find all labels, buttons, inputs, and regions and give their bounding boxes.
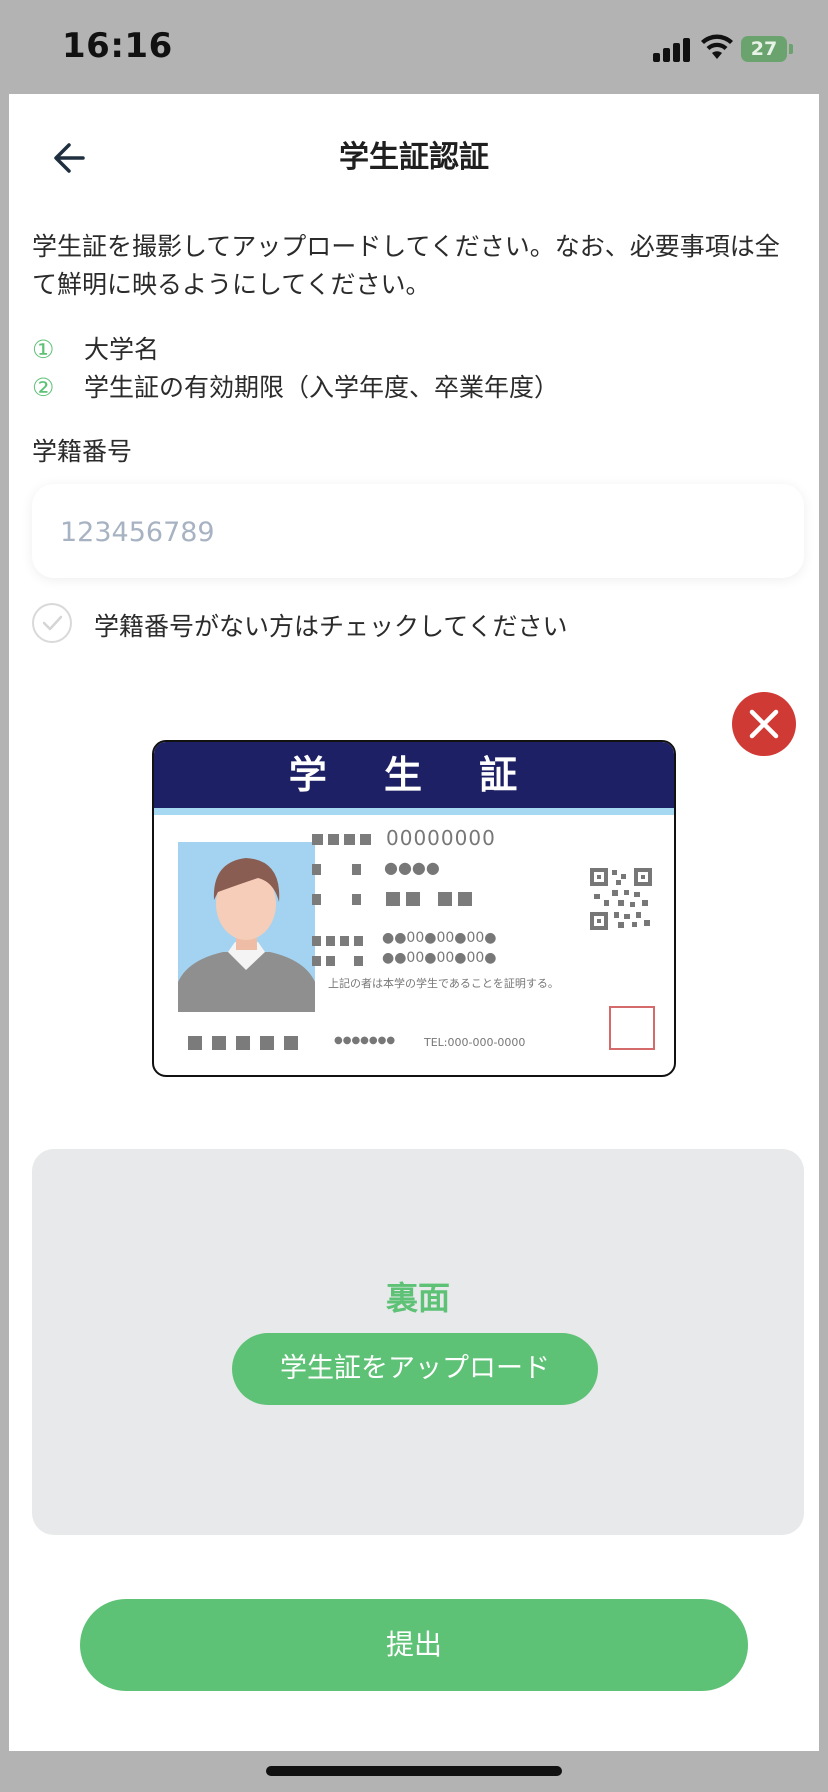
qr-code-icon [590,868,652,930]
checkbox-circle[interactable] [32,603,72,643]
requirement-label: 学生証の有効期限（入学年度、卒業年度） [84,373,560,402]
student-id-verification-sheet: 学生証認証 学生証を撮影してアップロードしてください。なお、必要事項は全て鮮明に… [9,94,819,1751]
back-side-upload-area[interactable]: 裏面 学生証をアップロード [32,1149,804,1535]
requirement-label: 大学名 [84,335,160,364]
requirement-item: ① 大学名 [32,330,159,366]
card-photo [178,842,315,1012]
remove-image-button[interactable] [732,692,796,756]
page-title: 学生証認証 [339,140,489,175]
wifi-icon [701,34,733,59]
back-side-title: 裏面 [385,1279,450,1317]
status-time: 16:16 [62,26,173,66]
cellular-signal-icon [653,36,691,62]
card-number: 00000000 [386,826,496,850]
card-certify-text: 上記の者は本学の学生であることを証明する。 [328,977,559,990]
card-dots-row: ●●00●00●00● [382,950,497,966]
status-bar: 16:16 27 [0,0,828,94]
requirement-item: ② 学生証の有効期限（入学年度、卒業年度） [32,368,559,404]
card-dots-row: ●●00●00●00● [382,930,497,946]
card-stripe [154,808,674,815]
submit-button[interactable]: 提出 [80,1599,748,1691]
card-header: 学 生 証 [154,742,674,808]
card-stamp-box [609,1006,655,1050]
card-tel: TEL:000-000-0000 [424,1036,526,1049]
home-indicator [266,1766,562,1776]
requirement-number: ② [32,373,55,402]
battery-level: 27 [750,38,778,60]
student-number-input[interactable] [58,484,782,580]
battery-charging-icon: 27 [741,36,787,62]
student-id-card-image: 学 生 証 00000000 ●●●● ●●00●00●00● ●●00●00●… [152,740,676,1077]
requirement-number: ① [32,335,55,364]
card-small-dots: ●●●● [384,858,440,877]
student-number-field [32,484,804,580]
upload-student-id-button[interactable]: 学生証をアップロード [232,1333,598,1405]
card-footer-dots: ●●●●●●● [334,1035,396,1046]
student-number-label: 学籍番号 [32,437,133,466]
battery-tip [789,44,793,54]
checkbox-label: 学籍番号がない方はチェックしてください [94,612,568,641]
check-icon [42,615,63,631]
close-icon [749,709,779,739]
instruction-text: 学生証を撮影してアップロードしてください。なお、必要事項は全て鮮明に映るようにし… [32,232,780,299]
